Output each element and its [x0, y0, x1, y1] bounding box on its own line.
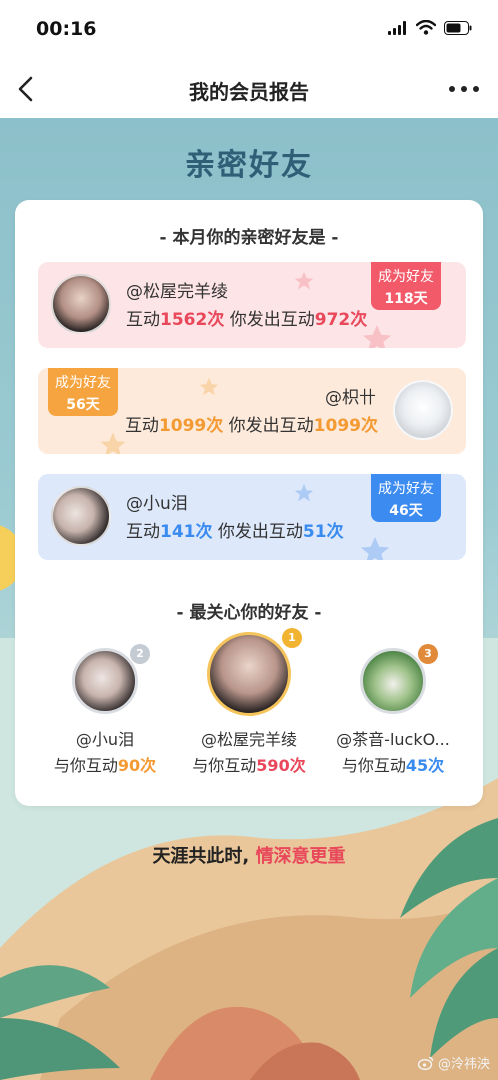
rank-silver-icon: 2 [130, 644, 150, 664]
times-unit: 次 [289, 756, 306, 775]
interact-label: 与你互动 [53, 756, 118, 775]
friendship-days-badge: 成为好友 118天 [371, 262, 441, 310]
badge-label: 成为好友 [378, 481, 434, 497]
nav-title: 我的会员报告 [189, 80, 309, 104]
status-icons [388, 20, 472, 35]
intimate-friend-row[interactable]: @小u泪 互动141次 你发出互动51次 成为好友 46天 [38, 474, 466, 560]
slogan-part-2: 情深意更重 [255, 846, 346, 867]
badge-days: 56天 [66, 397, 100, 413]
caring-friend-rank-3[interactable]: 3 @茶音-luckO... 与你互动45次 [318, 638, 468, 788]
report-card: - 本月你的亲密好友是 - @松屋完羊绫 互动1562次 你发出互动972次 成… [15, 200, 483, 806]
interact-count: 90 [117, 756, 141, 775]
times-unit: 次 [195, 522, 213, 542]
intimate-friend-row[interactable]: 成为好友 56天 @枳卄 互动1099次 你发出互动1099次 [38, 368, 466, 454]
times-unit: 次 [361, 416, 378, 436]
intimate-friend-row[interactable]: @松屋完羊绫 互动1562次 你发出互动972次 成为好友 118天 [38, 262, 466, 348]
battery-icon [444, 20, 472, 35]
watermark-text: @泠祎泱 [437, 1057, 490, 1072]
times-unit: 次 [207, 310, 225, 330]
interact-count: 1099 [158, 416, 207, 436]
friend-stats: 与你互动45次 [318, 752, 468, 776]
interact-label: 互动 [126, 310, 160, 330]
status-bar: 00:16 [0, 0, 498, 60]
badge-label: 成为好友 [378, 269, 434, 285]
friend-stats: 与你互动90次 [30, 752, 180, 776]
star-decoration-icon [360, 536, 390, 560]
sent-count: 1099 [313, 416, 361, 436]
sent-count: 51 [302, 522, 327, 542]
interact-count: 45 [405, 756, 429, 775]
friend-avatar[interactable] [207, 632, 291, 716]
more-button[interactable] [446, 72, 482, 106]
slogan-part-1: 天涯共此时, [152, 846, 250, 867]
badge-days: 46天 [389, 503, 423, 519]
times-unit: 次 [140, 756, 157, 775]
friend-name: @枳卄 [325, 388, 376, 408]
friend-avatar[interactable] [51, 486, 111, 546]
friend-avatar[interactable] [393, 380, 453, 440]
times-unit: 次 [326, 522, 344, 542]
times-unit: 次 [428, 756, 445, 775]
sent-label: 你发出互动 [217, 522, 303, 542]
interact-count: 141 [160, 522, 196, 542]
star-decoration-icon [199, 377, 219, 396]
page-title: 亲密好友 [185, 148, 313, 183]
badge-label: 成为好友 [55, 375, 111, 391]
watermark: @泠祎泱 [417, 1053, 490, 1072]
rank-bronze-icon: 3 [418, 644, 438, 664]
friend-avatar[interactable] [72, 648, 138, 714]
interact-count: 590 [256, 756, 290, 775]
nav-bar: 我的会员报告 [0, 60, 498, 118]
sent-count: 972 [314, 310, 351, 330]
friend-name: @松屋完羊绫 [126, 282, 228, 302]
interact-label: 互动 [124, 416, 159, 436]
friend-stats: 互动1099次 你发出互动1099次 [125, 411, 378, 436]
caring-section-title: - 最关心你的好友 - [176, 603, 322, 623]
status-time: 00:16 [36, 18, 97, 40]
star-decoration-icon [100, 432, 126, 454]
weibo-logo-icon [417, 1056, 434, 1070]
friend-stats: 与你互动590次 [174, 752, 324, 776]
friendship-days-badge: 成为好友 46天 [371, 474, 441, 522]
friend-stats: 互动141次 你发出互动51次 [126, 517, 344, 542]
friend-name: @小u泪 [126, 494, 188, 514]
caring-friend-rank-1[interactable]: 1 @松屋完羊绫 与你互动590次 [174, 628, 324, 788]
interact-label: 与你互动 [192, 756, 257, 775]
friend-stats: 互动1562次 你发出互动972次 [126, 305, 367, 330]
rank-gold-icon: 1 [282, 628, 302, 648]
interact-label: 互动 [126, 522, 160, 542]
friendship-days-badge: 成为好友 56天 [48, 368, 118, 416]
sent-label: 你发出互动 [228, 416, 314, 436]
caring-friend-rank-2[interactable]: 2 @小u泪 与你互动90次 [30, 638, 180, 788]
star-decoration-icon [294, 271, 314, 290]
friend-avatar[interactable] [360, 648, 426, 714]
signal-icon [388, 20, 406, 35]
star-decoration-icon [294, 483, 314, 502]
slogan: 天涯共此时, 情深意更重 [0, 842, 498, 868]
badge-days: 118天 [384, 291, 428, 307]
times-unit: 次 [206, 416, 224, 436]
times-unit: 次 [350, 310, 368, 330]
friend-name: @茶音-luckO... [336, 730, 450, 749]
friend-avatar[interactable] [51, 274, 111, 334]
interact-label: 与你互动 [341, 756, 406, 775]
sent-label: 你发出互动 [229, 310, 315, 330]
intimate-section-title: - 本月你的亲密好友是 - [159, 228, 339, 248]
friend-name: @小u泪 [75, 730, 135, 749]
interact-count: 1562 [160, 310, 208, 330]
report-scene: 亲密好友 - 本月你的亲密好友是 - @松屋完羊绫 互动1562次 你发出互动9… [0, 118, 498, 1080]
more-dots-icon [449, 86, 479, 92]
friend-name: @松屋完羊绫 [200, 730, 297, 749]
wifi-icon [416, 20, 436, 35]
